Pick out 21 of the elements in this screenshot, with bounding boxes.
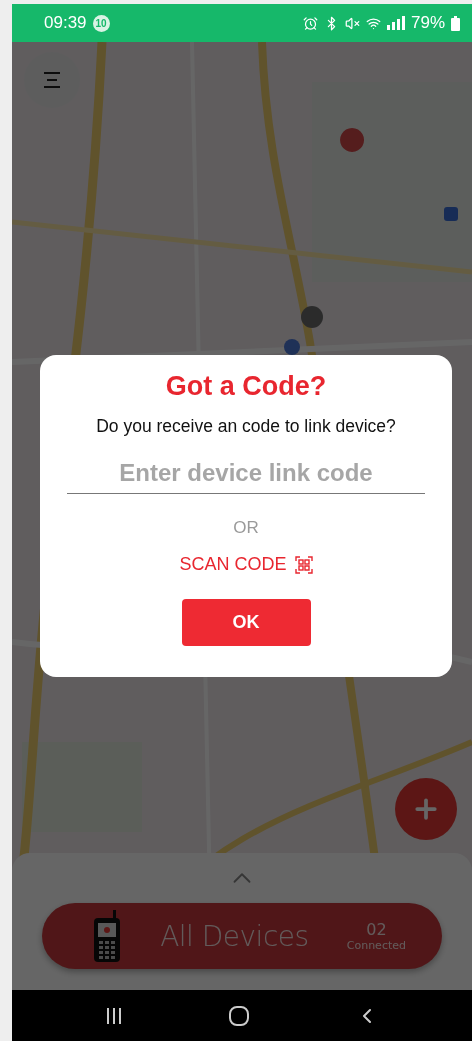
scan-code-link[interactable]: SCAN CODE	[179, 554, 313, 575]
count-label: Connected	[346, 939, 406, 952]
dialog-message: Do you receive an code to link device?	[96, 416, 396, 437]
recent-apps-icon[interactable]	[105, 1006, 123, 1025]
dialog-title: Got a Code?	[165, 371, 327, 402]
alarm-icon	[302, 15, 318, 31]
all-devices-button[interactable]: All Devices 02 Connected	[42, 903, 442, 969]
battery-percent: 79%	[410, 13, 445, 33]
ok-button[interactable]: OK	[181, 599, 311, 646]
device-count: 02	[366, 920, 387, 939]
mute-icon	[344, 15, 360, 31]
notification-count: 10	[92, 14, 110, 32]
battery-icon	[451, 15, 460, 31]
qr-code-icon	[294, 555, 313, 574]
or-separator: OR	[233, 518, 259, 538]
wifi-icon	[365, 15, 381, 31]
signal-icon	[386, 16, 405, 30]
home-icon[interactable]	[229, 1005, 249, 1026]
menu-icon	[42, 71, 62, 89]
walkie-talkie-icon	[92, 910, 122, 962]
clock-time: 09:39	[44, 13, 87, 33]
